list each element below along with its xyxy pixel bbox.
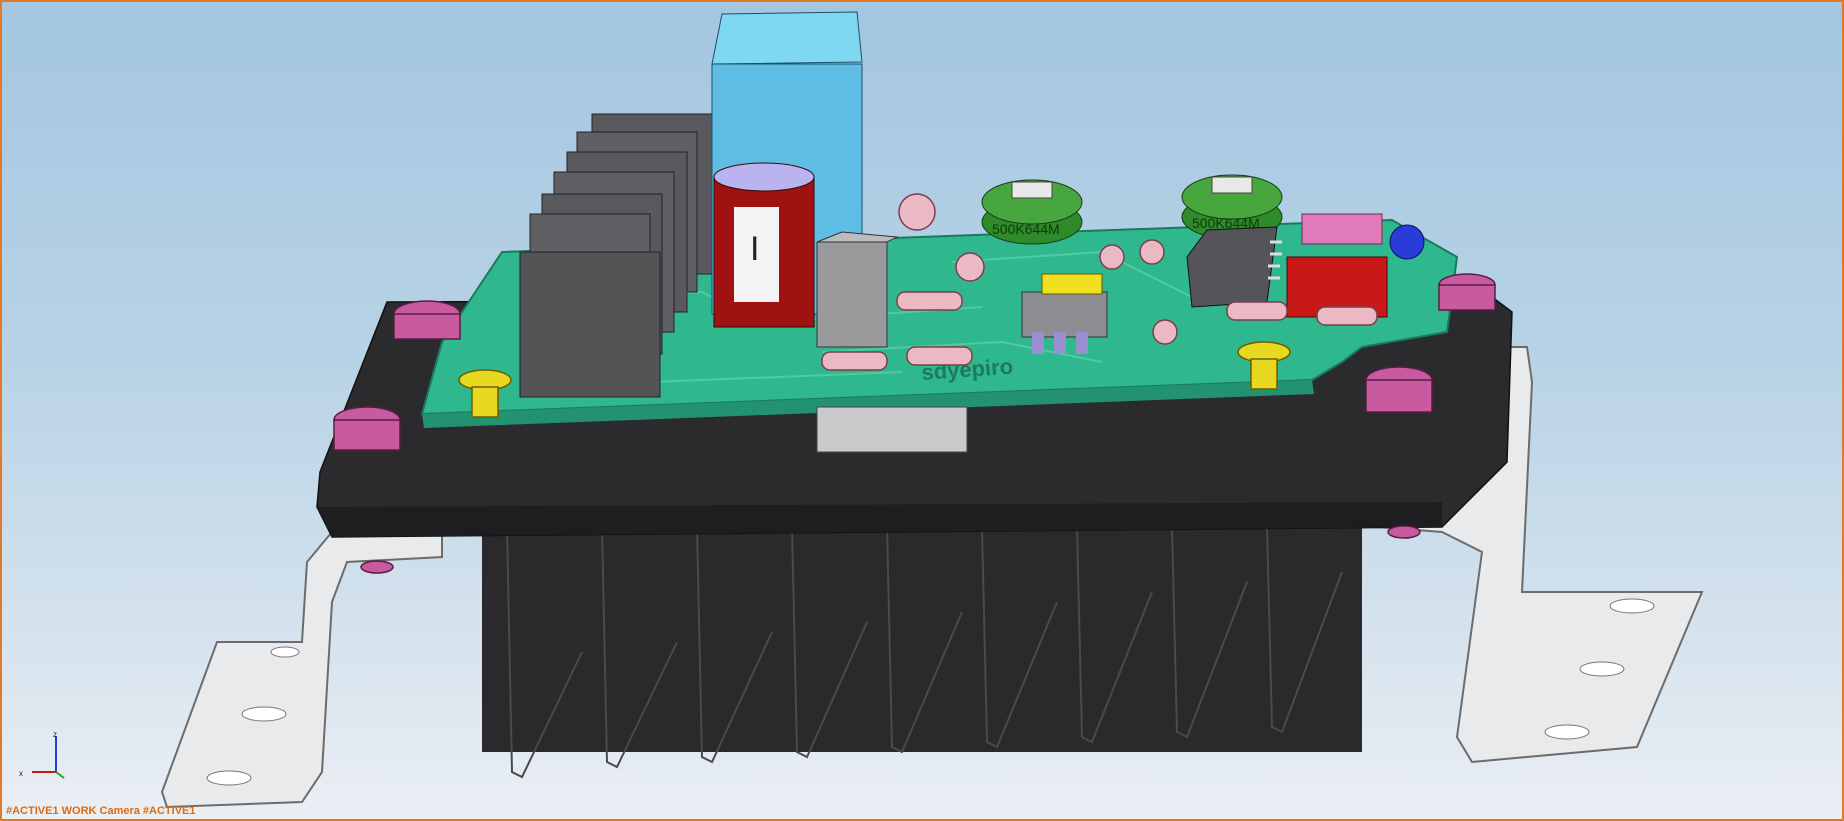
electrolytic-capacitor[interactable]: I xyxy=(713,162,815,328)
axis-triad: z x xyxy=(19,730,65,779)
red-terminal-block[interactable] xyxy=(1286,213,1388,318)
grey-inductor[interactable] xyxy=(816,231,899,348)
blue-led[interactable] xyxy=(1389,224,1425,260)
heatsink-fins[interactable] xyxy=(482,526,1362,779)
camera-status-text: #ACTIVE1 WORK Camera #ACTIVE1 xyxy=(6,805,196,817)
sensor-bracket[interactable] xyxy=(816,406,968,453)
left-mounting-bracket[interactable] xyxy=(160,531,443,809)
triad-x-label: x xyxy=(19,769,23,778)
potentiometer-1-label: 500K644M xyxy=(992,221,1060,237)
cad-model-scene[interactable]: sdyepiro I 500K644M 500K644M xyxy=(2,2,1842,819)
triad-z-label: z xyxy=(53,730,57,739)
capacitor-polarity-mark: I xyxy=(750,230,759,268)
potentiometer-1[interactable]: 500K644M xyxy=(981,179,1083,245)
ic-chip[interactable] xyxy=(1186,226,1282,308)
3d-viewport[interactable]: sdyepiro I 500K644M 500K644M z x #ACTIVE… xyxy=(0,0,1844,821)
